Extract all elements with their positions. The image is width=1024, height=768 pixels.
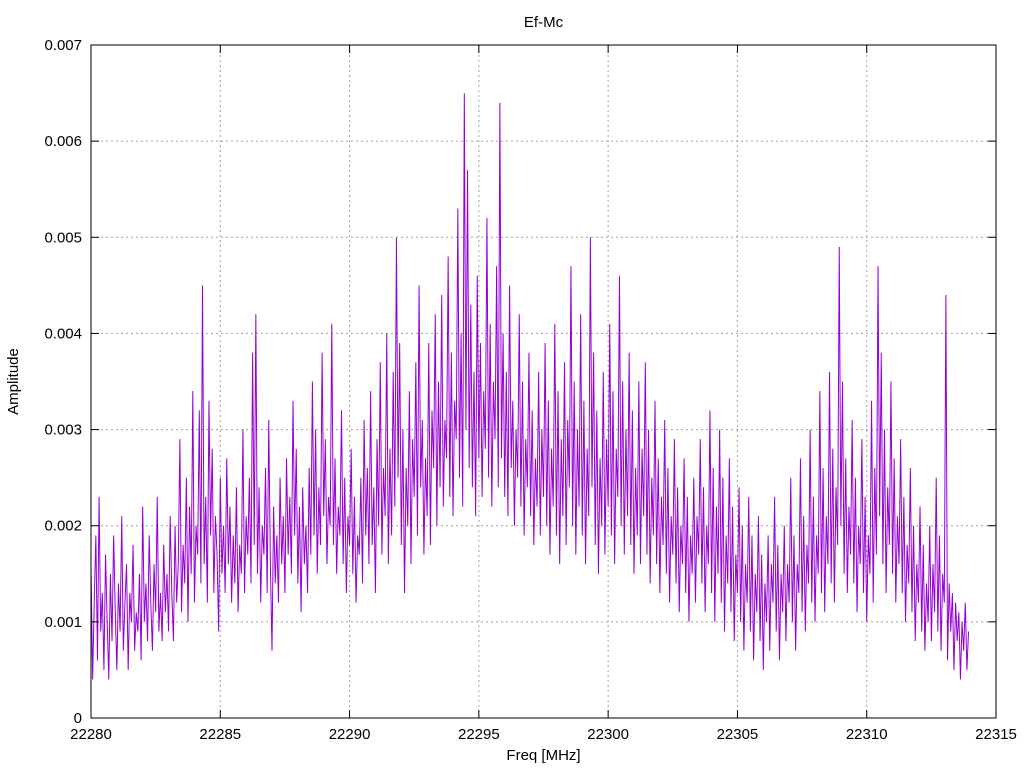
x-tick-label: 22295 [458, 726, 500, 743]
x-tick-label: 22315 [975, 726, 1017, 743]
chart-title: Ef-Mc [524, 14, 564, 31]
y-tick-label: 0.006 [44, 133, 82, 150]
y-axis-label: Amplitude [5, 348, 22, 415]
chart-background [0, 0, 1024, 768]
x-tick-label: 22300 [587, 726, 629, 743]
y-tick-label: 0 [74, 710, 82, 727]
x-tick-label: 22285 [199, 726, 241, 743]
y-tick-label: 0.007 [44, 37, 82, 54]
x-tick-label: 22310 [846, 726, 888, 743]
y-tick-label: 0.005 [44, 229, 82, 246]
y-tick-label: 0.002 [44, 518, 82, 535]
x-axis-label: Freq [MHz] [506, 747, 580, 764]
x-tick-label: 22290 [329, 726, 371, 743]
x-tick-label: 22305 [717, 726, 759, 743]
y-tick-label: 0.003 [44, 422, 82, 439]
x-tick-label: 22280 [70, 726, 112, 743]
line-chart: 22280 22285 22290 22295 22300 22305 22310 22315… [0, 0, 1024, 768]
y-tick-label: 0.001 [44, 614, 82, 631]
y-tick-label: 0.004 [44, 325, 82, 342]
